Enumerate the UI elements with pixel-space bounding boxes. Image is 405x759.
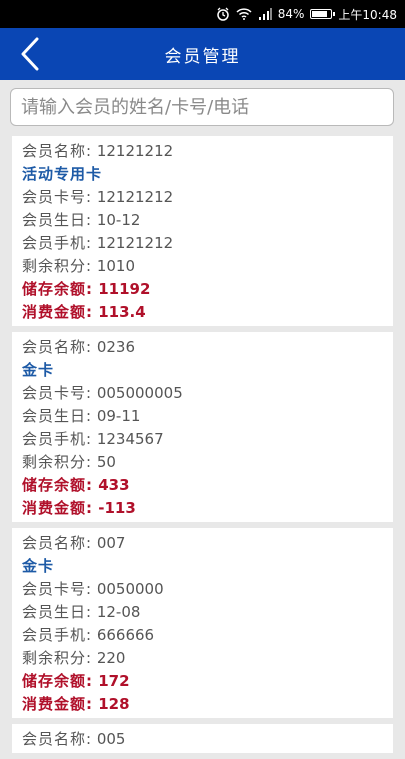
battery-icon [310, 9, 336, 19]
member-points-row: 剩余积分: 1010 [22, 257, 136, 275]
member-card-type: 金卡 [22, 557, 55, 575]
clock: 上午10:48 [338, 7, 397, 22]
member-birthday-row: 会员生日: 09-11 [22, 407, 141, 425]
member-balance-row: 储存余额: 11192 [22, 280, 151, 298]
member-card-number-row: 会员卡号: 005000005 [22, 384, 183, 402]
member-card-type: 金卡 [22, 361, 55, 379]
member-card[interactable]: 会员名称: 12121212 活动专用卡 会员卡号: 12121212 会员生日… [12, 136, 393, 326]
member-card[interactable]: 会员名称: 005 [12, 724, 393, 753]
member-name-row: 会员名称: 12121212 [22, 142, 174, 160]
member-name-row: 会员名称: 005 [22, 730, 126, 748]
member-balance-row: 储存余额: 172 [22, 672, 130, 690]
member-card-number-row: 会员卡号: 0050000 [22, 580, 164, 598]
member-name-row: 会员名称: 0236 [22, 338, 136, 356]
member-balance-row: 储存余额: 433 [22, 476, 130, 494]
page-title: 会员管理 [164, 46, 241, 67]
member-spent-row: 消费金额: 113.4 [22, 303, 146, 321]
member-card-type: 活动专用卡 [22, 165, 103, 183]
member-name-row: 会员名称: 007 [22, 534, 126, 552]
status-bar: 84% 上午10:48 [0, 0, 405, 28]
search-input[interactable] [11, 89, 393, 125]
member-points-row: 剩余积分: 50 [22, 453, 116, 471]
back-button[interactable] [12, 36, 48, 72]
search-box[interactable] [10, 88, 394, 126]
member-phone-row: 会员手机: 12121212 [22, 234, 174, 252]
signal-icon [258, 8, 272, 20]
member-card[interactable]: 会员名称: 007 金卡 会员卡号: 0050000 会员生日: 12-08 会… [12, 528, 393, 718]
app-bar: 会员管理 [0, 28, 405, 80]
member-birthday-row: 会员生日: 12-08 [22, 603, 141, 621]
alarm-icon [216, 7, 230, 21]
member-phone-row: 会员手机: 666666 [22, 626, 155, 644]
battery-percent: 84% [277, 7, 305, 21]
member-spent-row: 消费金额: -113 [22, 499, 136, 517]
member-spent-row: 消费金额: 128 [22, 695, 130, 713]
member-card[interactable]: 会员名称: 0236 金卡 会员卡号: 005000005 会员生日: 09-1… [12, 332, 393, 522]
member-points-row: 剩余积分: 220 [22, 649, 126, 667]
member-birthday-row: 会员生日: 10-12 [22, 211, 141, 229]
chevron-left-icon [21, 37, 39, 71]
member-phone-row: 会员手机: 1234567 [22, 430, 164, 448]
wifi-icon [236, 8, 252, 20]
member-card-number-row: 会员卡号: 12121212 [22, 188, 174, 206]
member-list[interactable]: 会员名称: 12121212 活动专用卡 会员卡号: 12121212 会员生日… [0, 136, 405, 759]
